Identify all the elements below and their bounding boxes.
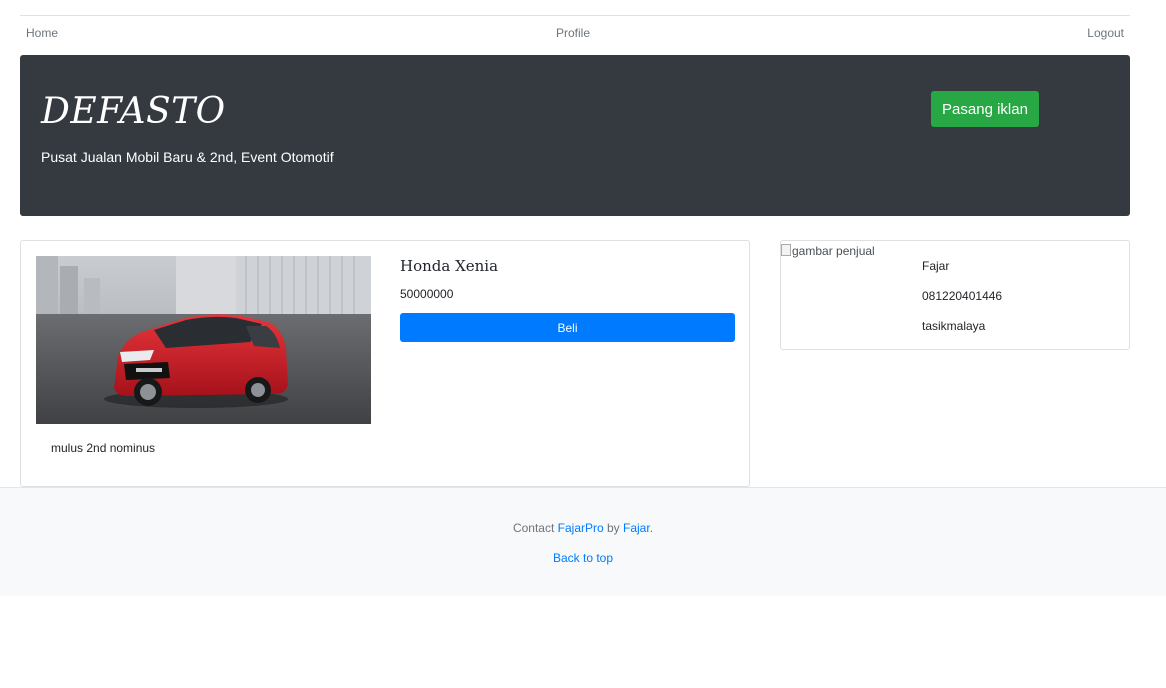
nav-profile-link[interactable]: Profile [556,26,590,40]
seller-city: tasikmalaya [922,319,986,333]
nav-logout-link[interactable]: Logout [1087,26,1124,40]
back-to-top-link[interactable]: Back to top [553,551,613,565]
top-nav: Home Profile Logout [20,16,1130,50]
footer-contact: Contact FajarPro by Fajar. [0,521,1166,535]
seller-image-alt-text: gambar penjual [792,244,875,258]
listing-description: mulus 2nd nominus [51,441,156,455]
listing-title: Honda Xenia [400,257,499,275]
listing-price: 50000000 [400,287,454,301]
seller-image: gambar penjual [781,243,891,260]
seller-card: gambar penjual Fajar 081220401446 tasikm… [780,240,1130,350]
footer-back-to-top: Back to top [0,551,1166,565]
seller-name: Fajar [922,259,950,273]
hero-banner: DEFASTO Pusat Jualan Mobil Baru & 2nd, E… [20,55,1130,216]
listing-card: Honda Xenia 50000000 Beli mulus 2nd nomi… [20,240,750,487]
buy-button[interactable]: Beli [400,313,735,342]
footer-author-link[interactable]: Fajar [623,521,650,535]
brand-title: DEFASTO [41,91,226,132]
car-photo-illustration [36,256,371,424]
footer-suffix: . [649,521,654,535]
page-footer: Contact FajarPro by Fajar. Back to top [0,487,1166,596]
brand-tagline: Pusat Jualan Mobil Baru & 2nd, Event Oto… [41,149,334,165]
post-ad-button[interactable]: Pasang iklan [931,91,1039,127]
seller-phone: 081220401446 [922,289,1003,303]
nav-home-link[interactable]: Home [26,26,58,40]
broken-image-icon [781,244,791,256]
car-image [36,256,371,424]
footer-fajarpro-link[interactable]: FajarPro [558,521,604,535]
footer-by-text: by [603,521,624,535]
footer-contact-prefix: Contact [512,521,558,535]
